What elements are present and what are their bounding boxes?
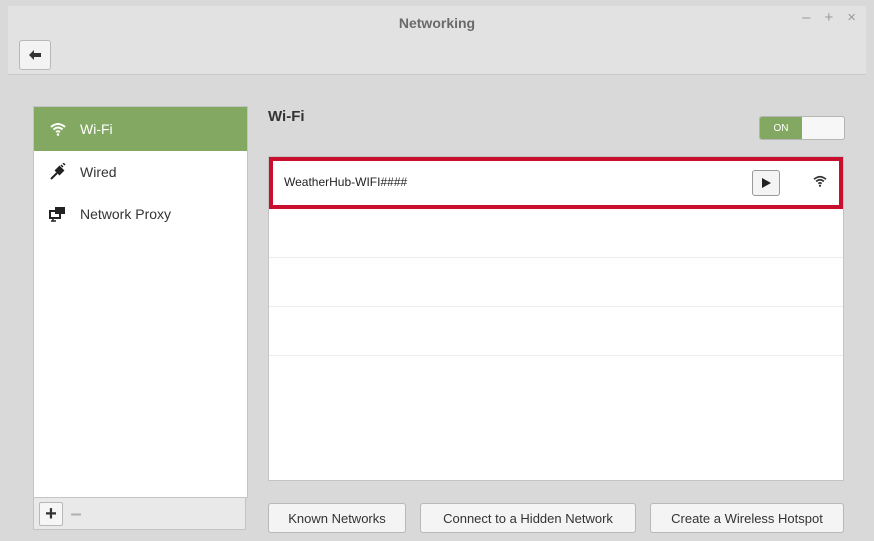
back-button[interactable]	[19, 40, 51, 70]
network-proxy-icon	[48, 204, 68, 224]
connect-hidden-network-button[interactable]: Connect to a Hidden Network	[420, 503, 636, 533]
create-hotspot-button[interactable]: Create a Wireless Hotspot	[650, 503, 844, 533]
network-list: WeatherHub-WIFI####	[268, 156, 844, 481]
sidebar-item-wired[interactable]: Wired	[34, 151, 247, 193]
maximize-button[interactable]: +	[824, 10, 833, 25]
remove-connection-button[interactable]: –	[65, 503, 87, 525]
known-networks-button[interactable]: Known Networks	[268, 503, 406, 533]
title-bar: Networking – + ×	[8, 6, 866, 75]
toggle-on-label: ON	[760, 117, 802, 139]
play-icon	[761, 178, 771, 188]
minimize-button[interactable]: –	[802, 10, 810, 25]
close-button[interactable]: ×	[847, 10, 856, 25]
connect-button[interactable]	[752, 170, 780, 196]
wifi-toggle[interactable]: ON	[759, 116, 845, 140]
wifi-icon	[48, 119, 68, 139]
wired-plug-icon	[48, 162, 68, 182]
sidebar-item-wifi[interactable]: Wi-Fi	[34, 107, 247, 151]
page-title: Wi-Fi	[268, 108, 305, 125]
sidebar-toolbar: + –	[33, 498, 246, 530]
empty-network-row	[269, 307, 843, 356]
wifi-signal-icon	[813, 174, 827, 192]
empty-network-row	[269, 209, 843, 258]
back-arrow-icon	[29, 50, 41, 60]
empty-network-row	[269, 258, 843, 307]
window-controls: – + ×	[802, 10, 856, 25]
sidebar-item-network-proxy[interactable]: Network Proxy	[34, 193, 247, 235]
network-ssid: WeatherHub-WIFI####	[284, 175, 408, 189]
sidebar-item-label: Network Proxy	[80, 206, 172, 222]
sidebar: Wi-Fi Wired Network Proxy	[33, 106, 248, 498]
network-row-selected[interactable]: WeatherHub-WIFI####	[269, 157, 843, 209]
sidebar-item-label: Wi-Fi	[80, 121, 113, 137]
window-title: Networking	[398, 15, 476, 31]
sidebar-item-label: Wired	[80, 164, 117, 180]
add-connection-button[interactable]: +	[39, 501, 63, 526]
